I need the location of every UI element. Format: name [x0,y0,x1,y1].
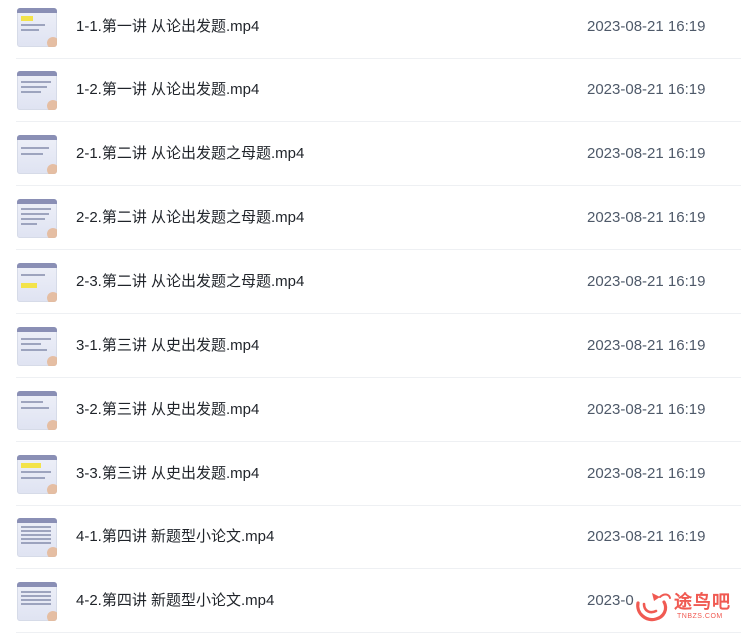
file-name[interactable]: 4-2.第四讲 新题型小论文.mp4 [76,592,274,610]
file-row[interactable]: 1-1.第一讲 从论出发题.mp4 2023-08-21 16:19 [16,0,741,59]
video-thumbnail[interactable] [17,8,57,47]
file-name[interactable]: 2-3.第二讲 从论出发题之母题.mp4 [76,273,304,291]
video-thumbnail[interactable] [17,263,57,302]
file-name[interactable]: 3-1.第三讲 从史出发题.mp4 [76,337,259,355]
file-name[interactable]: 3-3.第三讲 从史出发题.mp4 [76,465,259,483]
file-name[interactable]: 1-1.第一讲 从论出发题.mp4 [76,18,259,36]
video-thumbnail[interactable] [17,391,57,430]
file-modified-time: 2023-08-21 16:19 [587,337,706,354]
video-thumbnail[interactable] [17,582,57,621]
file-row[interactable]: 2-3.第二讲 从论出发题之母题.mp4 2023-08-21 16:19 [16,251,741,314]
video-thumbnail[interactable] [17,135,57,174]
file-modified-time: 2023-08-21 16:19 [587,81,706,98]
file-row[interactable]: 1-2.第一讲 从论出发题.mp4 2023-08-21 16:19 [16,59,741,122]
file-modified-time: 2023-08-21 16:19 [587,145,706,162]
file-name[interactable]: 1-2.第一讲 从论出发题.mp4 [76,81,259,99]
file-modified-time: 2023-08-21 16:19 [587,273,706,290]
file-row[interactable]: 2-1.第二讲 从论出发题之母题.mp4 2023-08-21 16:19 [16,123,741,186]
file-row[interactable]: 4-1.第四讲 新题型小论文.mp4 2023-08-21 16:19 [16,506,741,569]
video-thumbnail[interactable] [17,455,57,494]
file-list: 1-1.第一讲 从论出发题.mp4 2023-08-21 16:19 1-2.第… [0,0,741,633]
watermark-title: 途鸟吧 [674,592,731,612]
file-row[interactable]: 3-2.第三讲 从史出发题.mp4 2023-08-21 16:19 [16,379,741,442]
watermark: 途鸟吧 TNBZS.COM [634,588,741,626]
video-thumbnail[interactable] [17,199,57,238]
file-row[interactable]: 3-3.第三讲 从史出发题.mp4 2023-08-21 16:19 [16,443,741,506]
file-name[interactable]: 2-1.第二讲 从论出发题之母题.mp4 [76,145,304,163]
file-modified-time: 2023-08-21 16:19 [587,209,706,226]
file-row[interactable]: 4-2.第四讲 新题型小论文.mp4 2023-0 [16,570,741,633]
video-thumbnail[interactable] [17,518,57,557]
file-modified-time: 2023-08-21 16:19 [587,465,706,482]
file-modified-time: 2023-08-21 16:19 [587,18,706,35]
watermark-subtitle: TNBZS.COM [677,613,723,620]
file-name[interactable]: 2-2.第二讲 从论出发题之母题.mp4 [76,209,304,227]
file-row[interactable]: 2-2.第二讲 从论出发题之母题.mp4 2023-08-21 16:19 [16,187,741,250]
file-name[interactable]: 4-1.第四讲 新题型小论文.mp4 [76,528,274,546]
tnbzs-logo-icon [636,593,671,622]
file-modified-time: 2023-0 [587,592,634,609]
video-thumbnail[interactable] [17,327,57,366]
file-row[interactable]: 3-1.第三讲 从史出发题.mp4 2023-08-21 16:19 [16,315,741,378]
file-modified-time: 2023-08-21 16:19 [587,528,706,545]
video-thumbnail[interactable] [17,71,57,110]
file-name[interactable]: 3-2.第三讲 从史出发题.mp4 [76,401,259,419]
file-modified-time: 2023-08-21 16:19 [587,401,706,418]
